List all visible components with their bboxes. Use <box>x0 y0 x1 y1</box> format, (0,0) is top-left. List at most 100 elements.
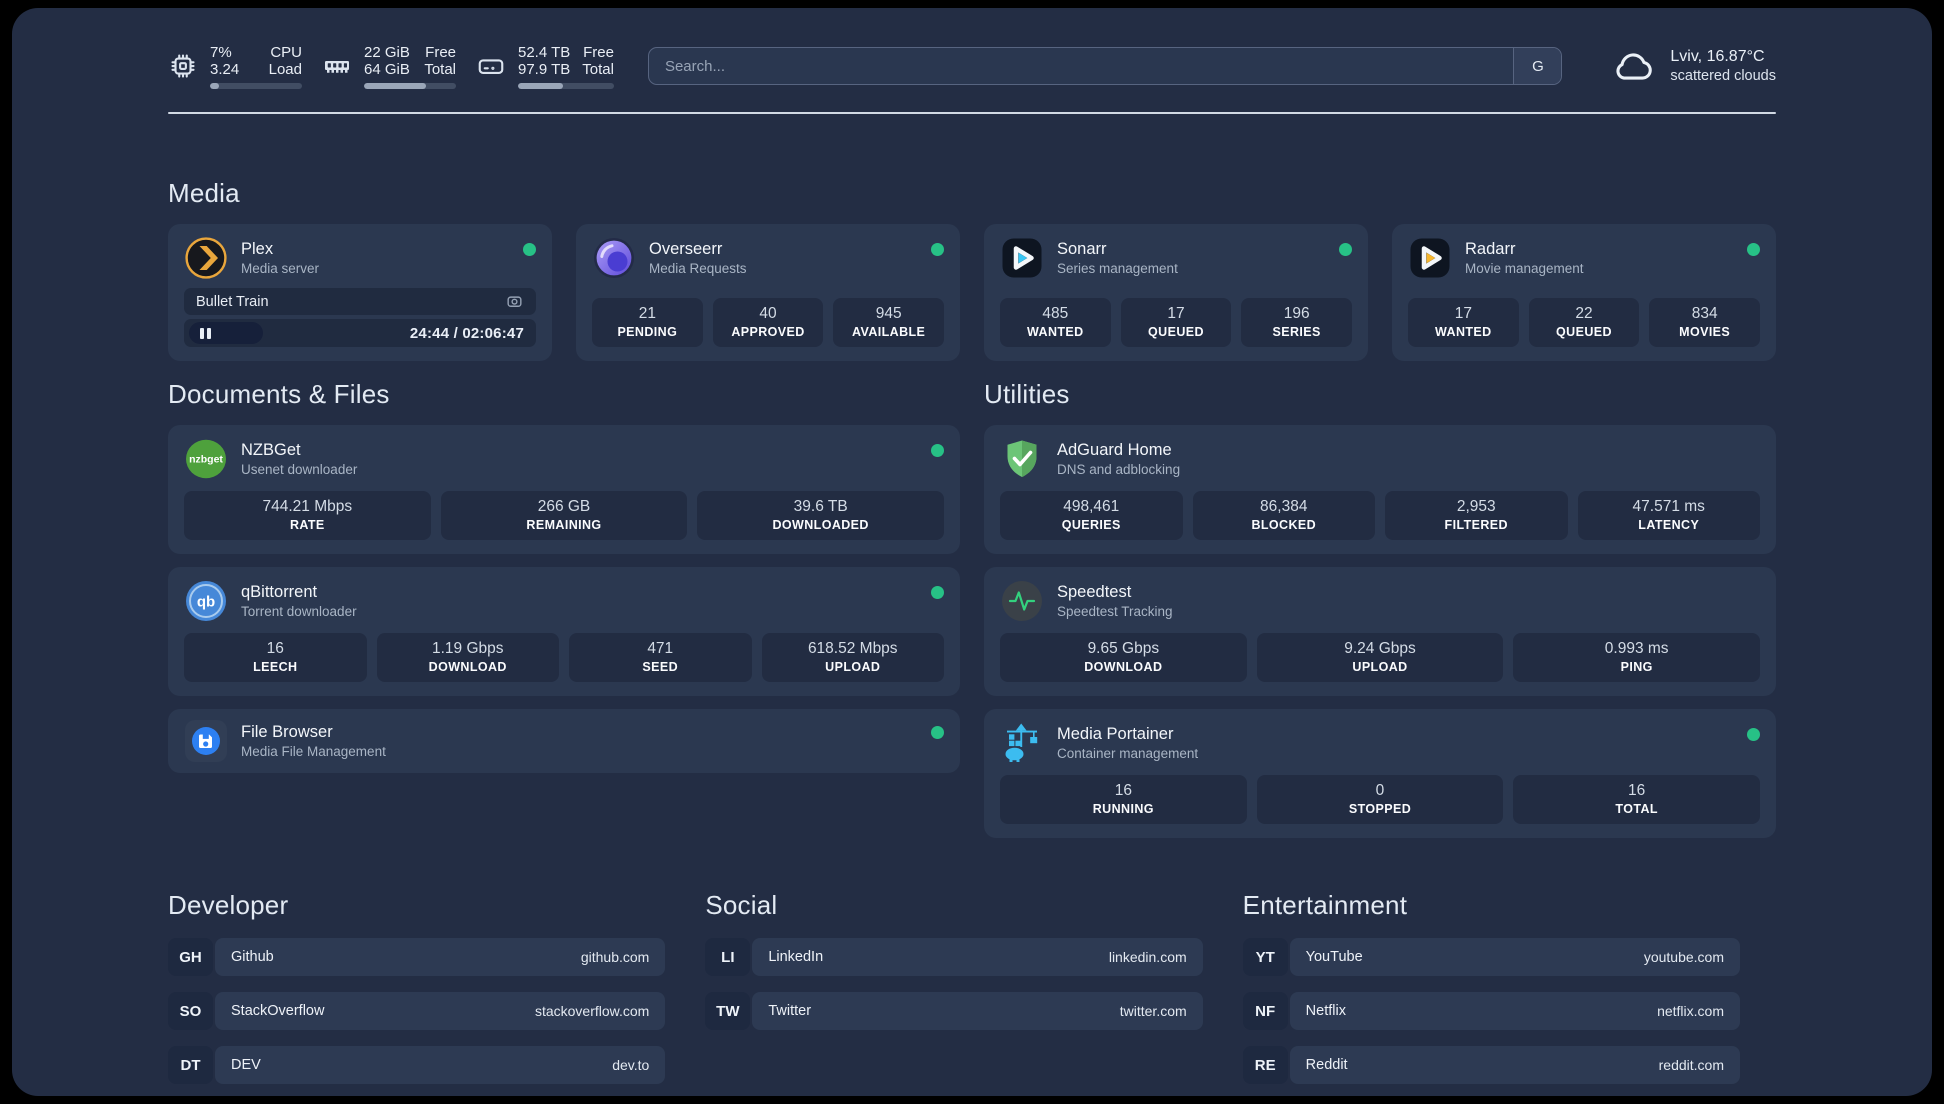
app-subtitle: Media Requests <box>649 261 747 276</box>
bookmark-abbr: NF <box>1242 992 1288 1030</box>
disk-stat: 52.4 TB 97.9 TB Free Total <box>476 44 614 89</box>
stat-value: 618.52 Mbps <box>807 640 898 657</box>
cpu-progress-bar <box>210 82 302 89</box>
stat-value: 1.19 Gbps <box>431 640 504 657</box>
bookmark-row[interactable]: RE Reddit reddit.com <box>1242 1046 1740 1084</box>
radarr-icon <box>1410 238 1450 278</box>
stat-value: 39.6 TB <box>793 498 848 515</box>
cpu-icon <box>171 54 195 78</box>
stat-value: 945 <box>875 305 902 322</box>
bookmark-row[interactable]: NF Netflix netflix.com <box>1242 992 1740 1030</box>
status-dot <box>931 586 944 599</box>
stat-tile: 1.19 Gbps DOWNLOAD <box>376 633 559 682</box>
stat-value: 2,953 <box>1456 498 1496 515</box>
stat-value: 22 <box>1575 305 1593 322</box>
stat-tile: 471 SEED <box>569 633 752 682</box>
app-name: Sonarr <box>1057 240 1107 258</box>
search-input[interactable] <box>648 57 1514 75</box>
stat-value: 16 <box>1114 782 1132 799</box>
memory-progress-bar <box>364 82 456 89</box>
stat-tile: 22 QUEUED <box>1528 298 1640 347</box>
bookmark-link[interactable]: Reddit reddit.com <box>1289 1046 1740 1084</box>
stat-value: 86,384 <box>1260 498 1308 515</box>
stat-value: 498,461 <box>1063 498 1120 515</box>
stat-value: 0.993 ms <box>1604 640 1669 657</box>
app-card-plex[interactable]: Plex Media server Bullet Train 24:44 / 0… <box>168 224 552 361</box>
bookmark-link[interactable]: Twitter twitter.com <box>752 992 1203 1030</box>
stat-label: STOPPED <box>1348 802 1412 816</box>
bookmark-link[interactable]: DEV dev.to <box>215 1046 666 1084</box>
filebrowser-icon <box>185 720 227 762</box>
stat-tile: 0 STOPPED <box>1256 775 1504 824</box>
stat-tile: 39.6 TB DOWNLOADED <box>697 491 944 540</box>
bookmark-abbr: LI <box>705 938 751 976</box>
app-card-overseerr[interactable]: Overseerr Media Requests 21 PENDING 40 APPR… <box>576 224 960 361</box>
app-name: qBittorrent <box>241 583 318 601</box>
stat-tile: 485 WANTED <box>1000 298 1111 347</box>
session-camera-icon <box>507 296 522 307</box>
cpu-label: CPU <box>270 43 302 61</box>
bookmark-row[interactable]: YT YouTube youtube.com <box>1242 938 1740 976</box>
status-dot <box>1747 243 1760 256</box>
app-name: Radarr <box>1465 240 1516 258</box>
now-playing-widget: Bullet Train 24:44 / 02:06:47 <box>184 288 536 347</box>
stat-value: 196 <box>1283 305 1310 322</box>
svg-text:qb: qb <box>197 594 215 611</box>
cpu-load: 3.24 <box>210 60 240 78</box>
memory-label: Free <box>425 43 456 61</box>
app-name: File Browser <box>241 723 333 741</box>
bookmark-link[interactable]: StackOverflow stackoverflow.com <box>215 992 666 1030</box>
bookmark-link[interactable]: LinkedIn linkedin.com <box>752 938 1203 976</box>
playback-time: 24:44 / 02:06:47 <box>409 324 524 342</box>
stat-label: SERIES <box>1272 325 1321 339</box>
stat-tiles: 498,461 QUERIES 86,384 BLOCKED 2,953 FILTERED… <box>1000 481 1760 540</box>
bookmark-url: stackoverflow.com <box>534 1003 650 1019</box>
stat-tile: 0.993 ms PING <box>1513 633 1760 682</box>
status-dot <box>931 444 944 457</box>
bookmark-link[interactable]: YouTube youtube.com <box>1289 938 1740 976</box>
now-playing-title: Bullet Train <box>196 293 269 310</box>
bookmark-url: twitter.com <box>1119 1003 1187 1019</box>
stat-label: DOWNLOADED <box>772 518 869 532</box>
bookmark-abbr: GH <box>168 938 213 976</box>
system-stats: 7% 3.24 CPU Load 22 GiB 64 GiB Free Tota… <box>168 44 614 89</box>
stat-label: WANTED <box>1435 325 1492 339</box>
app-card-speedtest[interactable]: Speedtest Speedtest Tracking 9.65 Gbps DO… <box>984 567 1776 696</box>
app-card-filebrowser[interactable]: File Browser Media File Management <box>168 709 960 773</box>
bookmark-row[interactable]: LI LinkedIn linkedin.com <box>705 938 1203 976</box>
bookmark-row[interactable]: GH Github github.com <box>168 938 666 976</box>
app-card-qbittorrent[interactable]: qb qBittorrent Torrent downloader 16 LEEC… <box>168 567 960 696</box>
weather-widget[interactable]: Lviv, 16.87°C scattered clouds <box>1610 43 1776 89</box>
bookmark-row[interactable]: SO StackOverflow stackoverflow.com <box>168 992 666 1030</box>
bookmark-row[interactable]: TW Twitter twitter.com <box>705 992 1203 1030</box>
app-card-portainer[interactable]: Media Portainer Container management 16 R… <box>984 709 1776 838</box>
disk-total: 97.9 TB <box>518 60 571 78</box>
pause-button[interactable] <box>189 322 263 344</box>
stat-value: 17 <box>1167 305 1185 322</box>
app-card-nzbget[interactable]: nzbget NZBGet Usenet downloader 744.21 M… <box>168 425 960 554</box>
bookmark-row[interactable]: DT DEV dev.to <box>168 1046 666 1084</box>
status-dot <box>931 726 944 739</box>
stat-label: FILTERED <box>1444 518 1508 532</box>
stat-label: QUEUED <box>1148 325 1204 339</box>
stat-value: 16 <box>1628 782 1646 799</box>
bookmark-url: github.com <box>580 949 650 965</box>
cpu-stat: 7% 3.24 CPU Load <box>168 44 302 89</box>
bookmark-name: Reddit <box>1305 1057 1348 1073</box>
search-engine-button[interactable]: G <box>1513 48 1562 84</box>
bookmark-link[interactable]: Netflix netflix.com <box>1289 992 1740 1030</box>
stat-label: DOWNLOAD <box>1084 660 1163 674</box>
stat-tile: 196 SERIES <box>1241 298 1352 347</box>
section-media: Media Plex Media server Bullet Train 24:… <box>168 178 1776 361</box>
top-bar: 7% 3.24 CPU Load 22 GiB 64 GiB Free Tota… <box>168 42 1776 90</box>
app-card-adguard[interactable]: AdGuard Home DNS and adblocking 498,461 Q… <box>984 425 1776 554</box>
bookmark-link[interactable]: Github github.com <box>215 938 666 976</box>
app-card-radarr[interactable]: Radarr Movie management 17 WANTED 22 QUEUED… <box>1392 224 1776 361</box>
memory-free: 22 GiB <box>364 43 410 61</box>
stat-tile: 945 AVAILABLE <box>833 298 944 347</box>
stat-tile: 21 PENDING <box>592 298 703 347</box>
stat-value: 16 <box>266 640 284 657</box>
bookmark-url: youtube.com <box>1643 949 1724 965</box>
stat-tiles: 21 PENDING 40 APPROVED 945 AVAILABLE <box>592 288 944 347</box>
app-card-sonarr[interactable]: Sonarr Series management 485 WANTED 17 QUEU… <box>984 224 1368 361</box>
